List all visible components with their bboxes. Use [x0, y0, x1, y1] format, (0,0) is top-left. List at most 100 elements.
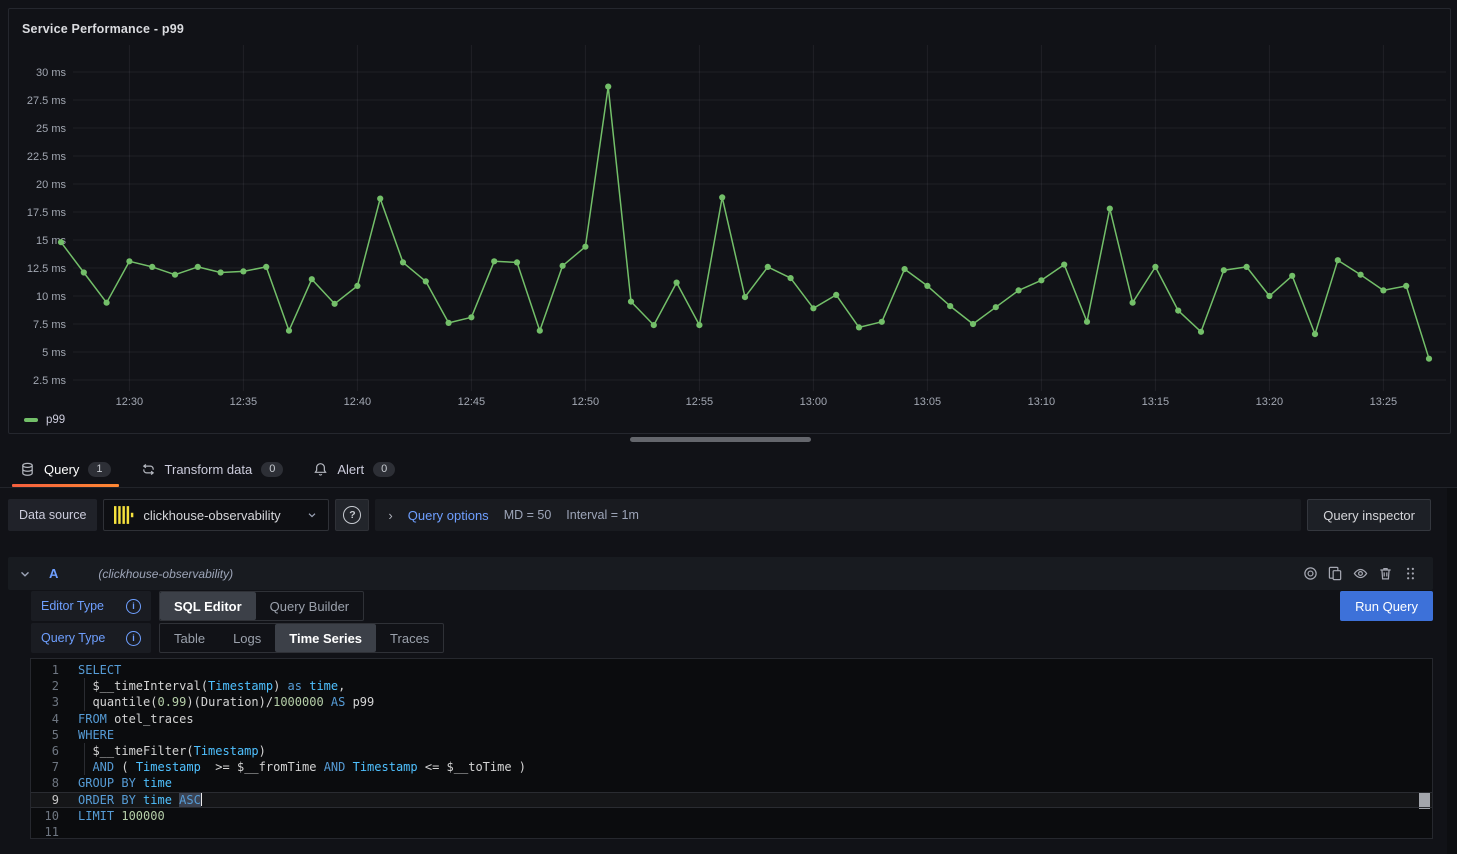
timeseries-panel: Service Performance - p99 30 ms 27.5 ms 25… — [8, 8, 1451, 434]
hide-query-eye-icon[interactable] — [1348, 561, 1373, 586]
code-line-9[interactable]: 9ORDER BY time ASC — [31, 792, 1432, 808]
editor-type-radio-group: SQL EditorQuery Builder — [159, 591, 364, 621]
line-number: 11 — [31, 824, 78, 839]
svg-text:20 ms: 20 ms — [36, 179, 66, 191]
query-inspector-button[interactable]: Query inspector — [1307, 499, 1431, 531]
code-line-content: FROM otel_traces — [78, 711, 194, 727]
chart-legend: p99 — [24, 414, 65, 426]
scrollbar-track[interactable] — [1447, 488, 1457, 854]
radio-option-table[interactable]: Table — [160, 624, 219, 652]
chevron-down-icon — [306, 509, 318, 521]
question-circle-icon: ? — [343, 506, 361, 524]
datasource-help-button[interactable]: ? — [335, 499, 369, 531]
svg-text:12:40: 12:40 — [344, 396, 372, 408]
code-line-content: $__timeInterval(Timestamp) as time, — [78, 678, 345, 694]
legend-series-label[interactable]: p99 — [46, 414, 65, 426]
line-number: 1 — [31, 662, 78, 678]
code-line-content: ORDER BY time ASC — [78, 792, 202, 808]
tab-transform-count-badge: 0 — [261, 462, 283, 477]
radio-option-query-builder[interactable]: Query Builder — [256, 592, 363, 620]
code-line-content: WHERE — [78, 727, 114, 743]
duplicate-query-icon[interactable] — [1323, 561, 1348, 586]
datasource-picker[interactable]: clickhouse-observability — [103, 499, 329, 531]
pane-resize-handle[interactable] — [630, 437, 811, 442]
clickhouse-logo-icon — [114, 506, 134, 524]
database-icon — [20, 462, 35, 477]
tab-alert[interactable]: Alert 0 — [303, 452, 405, 486]
svg-text:30 ms: 30 ms — [36, 67, 66, 79]
svg-text:25 ms: 25 ms — [36, 123, 66, 135]
radio-option-sql-editor[interactable]: SQL Editor — [160, 592, 256, 620]
code-line-10[interactable]: 10LIMIT 100000 — [31, 808, 1432, 824]
chevron-right-icon[interactable]: › — [388, 508, 392, 523]
svg-text:5 ms: 5 ms — [42, 347, 66, 359]
line-number: 3 — [31, 694, 78, 710]
svg-text:17.5 ms: 17.5 ms — [27, 207, 67, 219]
svg-text:12:30: 12:30 — [116, 396, 144, 408]
line-number: 10 — [31, 808, 78, 824]
tab-label: Query — [44, 462, 79, 477]
svg-text:12:45: 12:45 — [458, 396, 486, 408]
info-icon[interactable]: i — [126, 599, 141, 614]
svg-text:13:10: 13:10 — [1028, 396, 1056, 408]
code-line-content: LIMIT 100000 — [78, 808, 165, 824]
info-icon[interactable]: i — [126, 631, 141, 646]
code-line-content: $__timeFilter(Timestamp) — [78, 743, 266, 759]
sql-code-editor[interactable]: 1SELECT2 $__timeInterval(Timestamp) as t… — [30, 658, 1433, 839]
tab-label: Alert — [337, 462, 364, 477]
collapse-chevron-icon[interactable] — [18, 567, 32, 581]
datasource-row: Data source clickhouse-observability ? ›… — [8, 499, 1431, 531]
query-options-toggle[interactable]: Query options — [408, 508, 489, 523]
svg-text:22.5 ms: 22.5 ms — [27, 151, 67, 163]
editor-type-row: Editor Type i SQL EditorQuery Builder — [31, 591, 364, 621]
svg-text:12:55: 12:55 — [686, 396, 714, 408]
line-number: 2 — [31, 678, 78, 694]
code-line-4[interactable]: 4FROM otel_traces — [31, 711, 1432, 727]
code-line-7[interactable]: 7 AND ( Timestamp >= $__fromTime AND Tim… — [31, 759, 1432, 775]
tabs-divider — [0, 487, 1457, 488]
line-number: 9 — [31, 792, 78, 808]
code-line-content: AND ( Timestamp >= $__fromTime AND Times… — [78, 759, 526, 775]
code-line-3[interactable]: 3 quantile(0.99)(Duration)/1000000 AS p9… — [31, 694, 1432, 710]
radio-option-traces[interactable]: Traces — [376, 624, 443, 652]
timeseries-chart[interactable]: 30 ms27.5 ms25 ms22.5 ms20 ms17.5 ms15 m… — [9, 9, 1448, 431]
field-label-text: Query Type — [41, 631, 105, 645]
interval-value: Interval = 1m — [566, 508, 639, 522]
run-query-button[interactable]: Run Query — [1340, 591, 1433, 621]
query-options-bar: › Query options MD = 50 Interval = 1m — [375, 499, 1301, 531]
line-number: 4 — [31, 711, 78, 727]
radio-option-logs[interactable]: Logs — [219, 624, 275, 652]
max-data-points-value: MD = 50 — [504, 508, 552, 522]
svg-text:10 ms: 10 ms — [36, 291, 66, 303]
code-line-11[interactable]: 11 — [31, 824, 1432, 839]
delete-query-trash-icon[interactable] — [1373, 561, 1398, 586]
line-number: 8 — [31, 775, 78, 791]
radio-option-time-series[interactable]: Time Series — [275, 624, 376, 652]
tab-alert-count-badge: 0 — [373, 462, 395, 477]
svg-text:12:50: 12:50 — [572, 396, 600, 408]
code-line-8[interactable]: 8GROUP BY time — [31, 775, 1432, 791]
query-datasource-note: (clickhouse-observability) — [98, 567, 233, 581]
editor-type-label: Editor Type i — [31, 591, 151, 621]
code-line-5[interactable]: 5WHERE — [31, 727, 1432, 743]
code-line-6[interactable]: 6 $__timeFilter(Timestamp) — [31, 743, 1432, 759]
code-line-2[interactable]: 2 $__timeInterval(Timestamp) as time, — [31, 678, 1432, 694]
query-type-row: Query Type i TableLogsTime SeriesTraces — [31, 623, 444, 653]
grafana-panel-edit-page: Service Performance - p99 30 ms27.5 ms25… — [0, 0, 1457, 854]
query-ref-id[interactable]: A — [49, 566, 58, 581]
code-line-1[interactable]: 1SELECT — [31, 662, 1432, 678]
drag-handle-grip-icon[interactable] — [1398, 561, 1423, 586]
line-number: 5 — [31, 727, 78, 743]
query-type-radio-group: TableLogsTime SeriesTraces — [159, 623, 444, 653]
svg-text:13:00: 13:00 — [800, 396, 828, 408]
svg-text:13:15: 13:15 — [1142, 396, 1170, 408]
legend-series-swatch — [24, 418, 38, 422]
svg-text:27.5 ms: 27.5 ms — [27, 95, 67, 107]
tab-label: Transform data — [165, 462, 253, 477]
tab-query[interactable]: Query 1 — [10, 452, 121, 486]
record-circle-icon[interactable] — [1298, 561, 1323, 586]
panel-title[interactable]: Service Performance - p99 — [22, 22, 184, 36]
bell-icon — [313, 462, 328, 477]
tab-transform-data[interactable]: Transform data 0 — [131, 452, 294, 486]
svg-text:13:25: 13:25 — [1370, 396, 1398, 408]
